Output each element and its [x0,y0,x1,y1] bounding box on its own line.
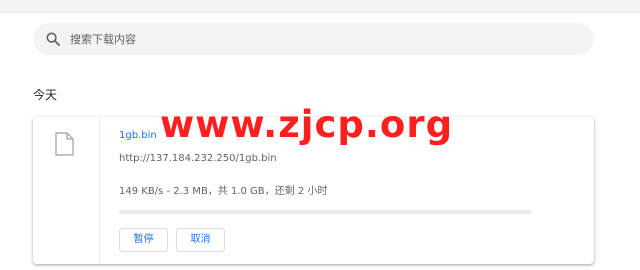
cancel-button[interactable]: 取消 [176,228,225,252]
file-icon [55,132,74,156]
search-icon [46,32,60,46]
download-card: 1gb.bin http://137.184.232.250/1gb.bin 1… [33,117,594,264]
progress-bar [119,210,531,214]
file-name-link[interactable]: 1gb.bin [119,130,157,141]
download-status: 149 KB/s - 2.3 MB，共 1.0 GB，还剩 2 小时 [119,186,328,197]
date-group-heading: 今天 [33,88,58,102]
card-divider [99,117,100,264]
file-url-link[interactable]: http://137.184.232.250/1gb.bin [119,153,277,164]
search-input[interactable] [70,23,570,55]
top-toolbar-strip [0,0,640,13]
pause-button[interactable]: 暂停 [119,228,168,252]
search-bar[interactable] [33,23,594,55]
